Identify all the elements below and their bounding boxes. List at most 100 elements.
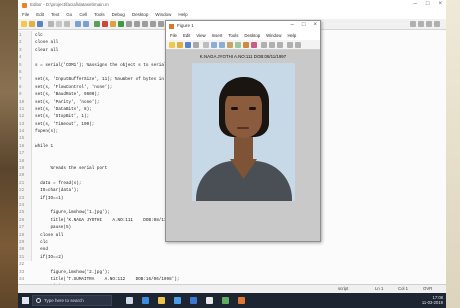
show-tools-icon[interactable] xyxy=(295,42,301,48)
menu-window[interactable]: Window xyxy=(155,11,171,19)
status-mode: script xyxy=(338,286,349,291)
minimize-icon[interactable]: – xyxy=(414,1,417,7)
line-number: 20 xyxy=(19,173,25,179)
code-line[interactable]: 34 title('T.SUMAITRA A.NO:112 DOB:16/06/… xyxy=(18,276,446,283)
portrait-mouth xyxy=(237,127,249,129)
line-number: 2 xyxy=(19,40,22,46)
new-file-icon[interactable] xyxy=(21,21,27,27)
zoom-out-icon[interactable] xyxy=(219,42,225,48)
evaluate-cell-icon[interactable] xyxy=(142,21,148,27)
figure-save-icon[interactable] xyxy=(185,42,191,48)
code-line[interactable]: 33 figure,imshow('2.jpg'); xyxy=(18,269,446,276)
portrait-left-eye xyxy=(231,107,238,110)
code-text: set(s, 'FlowControl', 'none'); xyxy=(35,84,113,90)
brush-icon[interactable] xyxy=(251,42,257,48)
code-line[interactable]: 32 xyxy=(18,261,446,268)
system-tray-clock[interactable]: 17:08 11-03-2019 xyxy=(422,295,443,305)
code-text: data = fread(s); xyxy=(35,180,82,186)
open-folder-icon[interactable] xyxy=(29,21,35,27)
file-explorer-icon[interactable] xyxy=(158,297,165,304)
menu-help[interactable]: Help xyxy=(178,11,187,19)
figure-menu-insert[interactable]: Insert xyxy=(212,32,223,40)
debug-step-icon[interactable] xyxy=(110,21,116,27)
windows-start-icon[interactable] xyxy=(22,297,29,304)
code-line[interactable]: 30 end xyxy=(18,246,446,253)
save-icon[interactable] xyxy=(37,21,43,27)
data-cursor-icon[interactable] xyxy=(243,42,249,48)
figure-new-icon[interactable] xyxy=(169,42,175,48)
menu-text[interactable]: Text xyxy=(51,11,59,19)
rotate-icon[interactable] xyxy=(235,42,241,48)
editor-title-bar[interactable]: Editor - D:\project\facial\dataset\main.… xyxy=(18,0,446,11)
code-text: end xyxy=(35,247,48,253)
code-text: clear all xyxy=(35,47,59,53)
figure-open-icon[interactable] xyxy=(177,42,183,48)
figure-toolbar xyxy=(166,40,320,50)
figure-close-icon[interactable]: × xyxy=(313,22,317,28)
figure-menu-tools[interactable]: Tools xyxy=(228,32,238,40)
undo-icon[interactable] xyxy=(75,21,81,27)
float-icon[interactable] xyxy=(426,21,432,27)
taskbar-search-box[interactable]: Type here to search xyxy=(32,295,112,306)
menu-debug[interactable]: Debug xyxy=(112,11,125,19)
store-icon[interactable] xyxy=(174,297,181,304)
pan-icon[interactable] xyxy=(227,42,233,48)
breakpoint-icon[interactable] xyxy=(102,21,108,27)
maximize-icon[interactable]: □ xyxy=(426,1,430,7)
redo-icon[interactable] xyxy=(83,21,89,27)
app-icon-green[interactable] xyxy=(222,297,229,304)
menu-desktop[interactable]: Desktop xyxy=(132,11,149,19)
code-text: %reads the serial port xyxy=(35,166,108,172)
function-icon[interactable] xyxy=(158,21,164,27)
cut-icon[interactable] xyxy=(48,21,54,27)
zoom-in-icon[interactable] xyxy=(211,42,217,48)
menu-cell[interactable]: Cell xyxy=(79,11,87,19)
figure-menu-desktop[interactable]: Desktop xyxy=(244,32,260,40)
line-number: 19 xyxy=(19,166,25,172)
code-text: s = serial('COM1'); %assigns the object … xyxy=(35,62,180,68)
line-number: 7 xyxy=(19,77,22,83)
figure-minimize-icon[interactable]: – xyxy=(291,22,294,28)
figure-menu-file[interactable]: File xyxy=(170,32,177,40)
line-number: 9 xyxy=(19,92,22,98)
figure-menu-edit[interactable]: Edit xyxy=(183,32,190,40)
line-number: 32 xyxy=(19,262,25,268)
editor-title: Editor - D:\project\facial\dataset\main.… xyxy=(30,2,109,7)
cell-mode-icon[interactable] xyxy=(134,21,140,27)
menu-go[interactable]: Go xyxy=(66,11,72,19)
menu-file[interactable]: File xyxy=(22,11,29,19)
publish-icon[interactable] xyxy=(150,21,156,27)
find-icon[interactable] xyxy=(94,21,100,27)
tile-icon[interactable] xyxy=(418,21,424,27)
paste-icon[interactable] xyxy=(64,21,70,27)
figure-title-bar[interactable]: Figure 1 – □ × xyxy=(166,21,320,32)
code-line[interactable]: 31 if(IO==2) xyxy=(18,254,446,261)
menu-edit[interactable]: Edit xyxy=(36,11,44,19)
legend-icon[interactable] xyxy=(277,42,283,48)
figure-menu-help[interactable]: Help xyxy=(287,32,296,40)
task-view-icon[interactable] xyxy=(126,297,133,304)
run-icon[interactable] xyxy=(118,21,124,27)
figure-print-icon[interactable] xyxy=(193,42,199,48)
figure-maximize-icon[interactable]: □ xyxy=(302,22,306,28)
figure-menu-view[interactable]: View xyxy=(196,32,205,40)
line-number: 33 xyxy=(19,269,25,275)
code-text: set(s, 'BaudRate', 9600); xyxy=(35,92,100,98)
colorbar-icon[interactable] xyxy=(269,42,275,48)
undock-icon[interactable] xyxy=(434,21,440,27)
mail-icon[interactable] xyxy=(190,297,197,304)
edge-browser-icon[interactable] xyxy=(142,297,149,304)
copy-icon[interactable] xyxy=(56,21,62,27)
taskbar-search-placeholder: Type here to search xyxy=(44,298,84,303)
stack-icon[interactable] xyxy=(126,21,132,27)
documents-icon[interactable] xyxy=(206,297,213,304)
portrait-image xyxy=(192,63,295,201)
edit-plot-icon[interactable] xyxy=(203,42,209,48)
dock-icon[interactable] xyxy=(410,21,416,27)
matlab-taskbar-icon[interactable] xyxy=(238,297,245,304)
figure-menu-window[interactable]: Window xyxy=(266,32,281,40)
link-icon[interactable] xyxy=(261,42,267,48)
menu-tools[interactable]: Tools xyxy=(94,11,105,19)
hide-tools-icon[interactable] xyxy=(287,42,293,48)
close-icon[interactable]: × xyxy=(438,1,442,7)
